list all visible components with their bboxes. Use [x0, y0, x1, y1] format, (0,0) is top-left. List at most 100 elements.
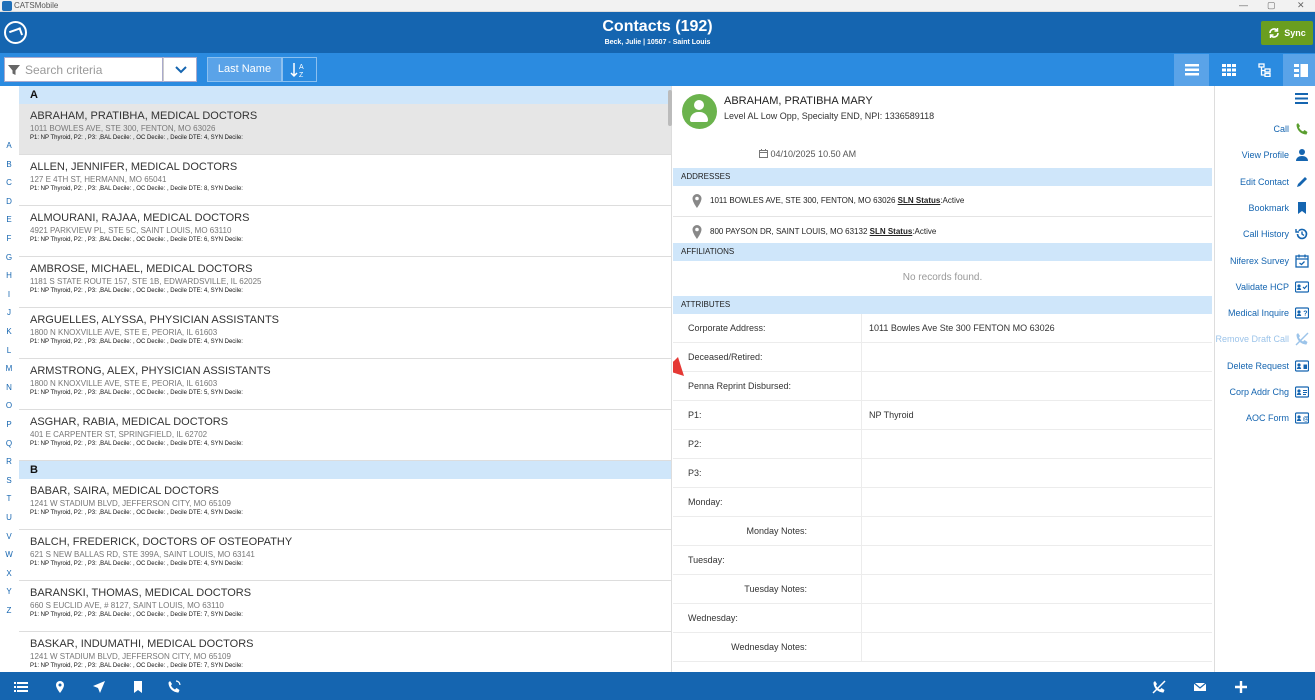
attribute-label: Wednesday Notes: — [731, 642, 807, 652]
alphabet-letter[interactable]: P — [0, 420, 18, 429]
tree-view-button[interactable] — [1247, 54, 1282, 86]
alphabet-letter[interactable]: W — [0, 550, 18, 559]
sort-order-button[interactable]: AZ — [282, 57, 317, 82]
sln-status-label[interactable]: SLN Status — [870, 227, 913, 236]
alphabet-letter[interactable]: Z — [0, 606, 18, 615]
contact-meta: P1: NP Thyroid, P2: , P3: ,BAL Decile: ,… — [30, 510, 243, 516]
attribute-label: Monday: — [688, 497, 723, 507]
action-edit-contact[interactable]: Edit Contact — [1240, 174, 1309, 190]
alphabet-letter[interactable]: X — [0, 569, 18, 578]
contact-list-item[interactable]: BABAR, SAIRA, MEDICAL DOCTORS 1241 W STAD… — [19, 479, 671, 530]
attribute-row: Wednesday: — [673, 604, 1212, 633]
action-delete-request[interactable]: Delete Request — [1227, 358, 1309, 374]
alphabet-letter[interactable]: K — [0, 327, 18, 336]
alphabet-letter[interactable]: I — [0, 290, 18, 299]
contact-meta: P1: NP Thyroid, P2: , P3: ,BAL Decile: ,… — [30, 288, 243, 294]
attribute-row: Wednesday Notes: — [673, 633, 1212, 662]
phone-slash-icon — [1295, 332, 1309, 346]
contact-list-item[interactable]: ARGUELLES, ALYSSA, PHYSICIAN ASSISTANTS 1… — [19, 308, 671, 359]
alphabet-letter[interactable]: D — [0, 197, 18, 206]
attribute-label: Tuesday Notes: — [744, 584, 807, 594]
action-label: Medical Inquire — [1227, 308, 1289, 319]
contact-list-item[interactable]: ASGHAR, RABIA, MEDICAL DOCTORS 401 E CARP… — [19, 410, 671, 461]
hamburger-menu-icon[interactable] — [1295, 93, 1308, 104]
contact-address: 621 S NEW BALLAS RD, STE 399A, SAINT LOU… — [30, 550, 255, 559]
phone-history-icon[interactable] — [167, 680, 181, 694]
address-row[interactable]: 1011 BOWLES AVE, STE 300, FENTON, MO 630… — [673, 186, 1212, 217]
sort-field-button[interactable]: Last Name — [207, 57, 282, 82]
map-pin-icon[interactable] — [53, 680, 67, 694]
action-call[interactable]: Call — [1273, 121, 1309, 137]
action-bookmark[interactable]: Bookmark — [1248, 200, 1309, 216]
contact-detail-pane: ABRAHAM, PRATIBHA MARY Level AL Low Opp,… — [673, 86, 1214, 672]
contact-list-item[interactable]: ALMOURANI, RAJAA, MEDICAL DOCTORS 4921 PA… — [19, 206, 671, 257]
add-icon[interactable] — [1234, 680, 1248, 694]
mail-icon[interactable] — [1193, 680, 1207, 694]
contact-name: ALLEN, JENNIFER, MEDICAL DOCTORS — [30, 161, 238, 173]
contact-list-item[interactable]: BARANSKI, THOMAS, MEDICAL DOCTORS 660 S E… — [19, 581, 671, 632]
action-medical-inquire[interactable]: Medical Inquire? — [1228, 305, 1309, 321]
contact-list-item[interactable]: ARMSTRONG, ALEX, PHYSICIAN ASSISTANTS 180… — [19, 359, 671, 410]
bookmark-icon[interactable] — [131, 680, 145, 694]
address-line: 800 PAYSON DR, SAINT LOUIS, MO 63132 — [710, 227, 870, 236]
alphabet-letter[interactable]: Y — [0, 587, 18, 596]
grid-view-button[interactable] — [1211, 54, 1246, 86]
alphabet-letter[interactable]: S — [0, 476, 18, 485]
contact-list-item[interactable]: BASKAR, INDUMATHI, MEDICAL DOCTORS 1241 W… — [19, 632, 671, 672]
contact-list-item[interactable]: ABRAHAM, PRATIBHA, MEDICAL DOCTORS 1011 B… — [19, 104, 671, 155]
minimize-icon[interactable]: — — [1239, 0, 1248, 10]
alphabet-letter[interactable]: A — [0, 141, 18, 150]
action-remove-draft-call[interactable]: Remove Draft Call — [1215, 331, 1309, 347]
sync-button[interactable]: Sync — [1261, 21, 1313, 45]
contact-list-item[interactable]: ALLEN, JENNIFER, MEDICAL DOCTORS 127 E 4T… — [19, 155, 671, 206]
alphabet-letter[interactable]: C — [0, 178, 18, 187]
contact-avatar-icon — [682, 94, 717, 129]
alphabet-letter[interactable]: H — [0, 271, 18, 280]
history-icon — [1295, 227, 1309, 241]
contact-list-item[interactable]: AMBROSE, MICHAEL, MEDICAL DOCTORS 1181 S … — [19, 257, 671, 308]
grid-view-icon — [1221, 64, 1236, 76]
alphabet-letter[interactable]: N — [0, 383, 18, 392]
action-corp-addr-chg[interactable]: Corp Addr Chg — [1229, 384, 1309, 400]
contact-list-item[interactable]: BALCH, FREDERICK, DOCTORS OF OSTEOPATHY 6… — [19, 530, 671, 581]
affiliations-header: AFFILIATIONS — [673, 243, 1212, 261]
alphabet-letter[interactable]: E — [0, 215, 18, 224]
filter-icon[interactable] — [7, 63, 21, 77]
list-icon[interactable] — [14, 680, 28, 694]
sln-status-label[interactable]: SLN Status — [898, 196, 941, 205]
list-view-button[interactable] — [1174, 54, 1209, 86]
alphabet-letter[interactable]: V — [0, 532, 18, 541]
alphabet-letter[interactable]: M — [0, 364, 18, 373]
alphabet-letter[interactable]: B — [0, 160, 18, 169]
action-label: Niferex Survey — [1229, 255, 1289, 266]
attribute-row: Penna Reprint Disbursed: — [673, 372, 1212, 401]
close-icon[interactable]: ✕ — [1297, 0, 1305, 10]
action-validate-hcp[interactable]: Validate HCP — [1236, 279, 1309, 295]
search-dropdown-button[interactable] — [163, 57, 197, 82]
alphabet-letter[interactable]: Q — [0, 439, 18, 448]
action-view-profile[interactable]: View Profile — [1242, 147, 1309, 163]
action-call-history[interactable]: Call History — [1243, 226, 1309, 242]
split-view-button[interactable] — [1283, 54, 1315, 86]
contact-meta: P1: NP Thyroid, P2: , P3: ,BAL Decile: ,… — [30, 186, 243, 192]
id-card-at-icon: @ — [1295, 411, 1309, 425]
alphabet-letter[interactable]: L — [0, 346, 18, 355]
contact-address: 1800 N KNOXVILLE AVE, STE E, PEORIA, IL … — [30, 379, 218, 388]
maximize-icon[interactable]: ▢ — [1267, 0, 1276, 10]
svg-text:@: @ — [1303, 416, 1309, 423]
search-input[interactable] — [25, 61, 160, 79]
alphabet-letter[interactable]: F — [0, 234, 18, 243]
action-niferex-survey[interactable]: Niferex Survey — [1230, 253, 1309, 269]
contact-address: 660 S EUCLID AVE, # 8127, SAINT LOUIS, M… — [30, 601, 224, 610]
alphabet-letter[interactable]: T — [0, 494, 18, 503]
alphabet-letter[interactable]: O — [0, 401, 18, 410]
phone-off-icon[interactable] — [1152, 680, 1166, 694]
list-scrollbar[interactable] — [668, 90, 672, 126]
action-label: Call — [1273, 124, 1289, 134]
alphabet-letter[interactable]: G — [0, 253, 18, 262]
navigation-arrow-icon[interactable] — [92, 680, 106, 694]
alphabet-letter[interactable]: R — [0, 457, 18, 466]
action-aoc-form[interactable]: AOC Form @ — [1246, 410, 1309, 426]
alphabet-letter[interactable]: J — [0, 308, 18, 317]
alphabet-letter[interactable]: U — [0, 513, 18, 522]
